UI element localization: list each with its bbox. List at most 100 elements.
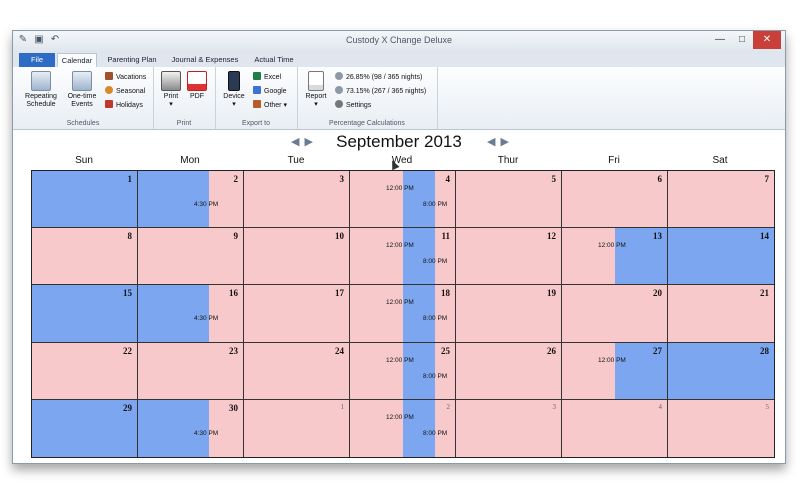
day-number: 1 [127, 174, 133, 184]
calendar-day-cell[interactable]: 12:00 PM 8:00 PM 18 [350, 285, 456, 343]
calendar-day-cell[interactable]: 3 [244, 171, 350, 229]
day-number: 4 [445, 174, 451, 184]
tab-journal-expenses[interactable]: Journal & Expenses [169, 53, 241, 67]
day-number: 4 [658, 402, 663, 411]
calendar-event-icon [72, 71, 92, 91]
device-button[interactable]: Device ▾ [221, 71, 247, 109]
tab-calendar[interactable]: Calendar [57, 53, 97, 68]
day-number: 5 [551, 174, 557, 184]
calendar-day-cell[interactable]: 12:00 PM 8:00 PM 2 [350, 399, 456, 457]
repeating-schedule-label: Repeating Schedule [25, 93, 57, 108]
day-number: 20 [653, 288, 662, 299]
holidays-label: Holidays [116, 102, 143, 109]
custody-band [402, 171, 436, 228]
calendar-day-cell[interactable]: 4:30 PM 30 [138, 399, 244, 457]
calendar-day-cell[interactable]: 4 [562, 399, 668, 457]
tab-file[interactable]: File [19, 53, 55, 67]
seasonal-label: Seasonal [116, 88, 146, 95]
calendar-day-cell[interactable]: 1 [244, 399, 350, 457]
calendar-day-cell[interactable]: 4:30 PM 16 [138, 285, 244, 343]
calendar-day-cell[interactable]: 14 [668, 228, 774, 286]
calendar-day-cell[interactable]: 20 [562, 285, 668, 343]
calendar-day-cell[interactable]: 12 [456, 228, 562, 286]
calendar-day-cell[interactable]: 29 [32, 399, 138, 457]
day-number: 17 [335, 288, 344, 299]
visit-start-time: 12:00 PM [386, 356, 414, 364]
calendar-day-cell[interactable]: 7 [668, 171, 774, 229]
tab-parenting-plan[interactable]: Parenting Plan [103, 53, 161, 67]
other-button[interactable]: Other ▾ [253, 100, 287, 111]
calendar-day-cell[interactable]: 6 [562, 171, 668, 229]
gift-icon [105, 100, 113, 108]
calendar-day-cell[interactable]: 12:00 PM 8:00 PM 25 [350, 342, 456, 400]
percentage-2-label: 73.15% (267 / 365 nights) [346, 88, 427, 95]
schedules-group-label: Schedules [66, 120, 100, 127]
excel-button[interactable]: Excel [253, 72, 281, 83]
day-number: 8 [127, 231, 133, 242]
calendar-day-cell[interactable]: 28 [668, 342, 774, 400]
calendar-day-cell[interactable]: 10 [244, 228, 350, 286]
maximize-icon[interactable]: □ [731, 31, 753, 49]
day-of-week-mon: Mon [180, 155, 200, 166]
calendar-day-cell[interactable]: 26 [456, 342, 562, 400]
gear-icon [335, 100, 343, 108]
calendar-day-cell[interactable]: 24 [244, 342, 350, 400]
calendar-day-cell[interactable]: 8 [32, 228, 138, 286]
tab-actual-time[interactable]: Actual Time [249, 53, 299, 67]
visit-end-time: 8:00 PM [423, 372, 448, 380]
close-icon[interactable]: ✕ [753, 31, 781, 49]
calendar-day-cell[interactable]: 21 [668, 285, 774, 343]
repeating-schedule-button[interactable]: Repeating Schedule [21, 71, 61, 109]
calendar-day-cell[interactable]: 17 [244, 285, 350, 343]
calendar-day-cell[interactable]: 1 [32, 171, 138, 229]
seasonal-button[interactable]: Seasonal [105, 86, 145, 97]
calendar-day-cell[interactable]: 12:00 PM 8:00 PM 4 [350, 171, 456, 229]
one-time-events-button[interactable]: One-time Events [63, 71, 101, 109]
visit-end-time: 8:00 PM [423, 315, 448, 323]
printer-icon [161, 71, 181, 91]
day-number: 11 [441, 231, 450, 242]
day-number: 2 [446, 402, 451, 411]
holidays-button[interactable]: Holidays [105, 100, 143, 111]
calendar-day-cell[interactable]: 22 [32, 342, 138, 400]
export-group-label: Export to [241, 120, 270, 127]
calendar-day-cell[interactable]: 19 [456, 285, 562, 343]
report-button[interactable]: Report ▾ [303, 71, 329, 109]
other-label: Other [264, 102, 282, 109]
pdf-button[interactable]: PDF [185, 71, 209, 101]
day-number: 3 [552, 402, 557, 411]
calendar-day-cell[interactable]: 4:30 PM 2 [138, 171, 244, 229]
calendar-day-cell[interactable]: 12:00 PM 8:00 PM 11 [350, 228, 456, 286]
calendar-day-cell[interactable]: 23 [138, 342, 244, 400]
day-number: 25 [441, 345, 450, 356]
percentage-group-label: Percentage Calculations [329, 120, 405, 127]
calendar-day-cell[interactable]: 9 [138, 228, 244, 286]
percentage-parent-1: 26.85% (98 / 365 nights) [335, 72, 422, 83]
calendar-day-cell[interactable]: 12:00 PM 27 [562, 342, 668, 400]
month-title: September 2013 [336, 132, 462, 151]
visit-start-time: 12:00 PM [386, 413, 414, 421]
excel-label: Excel [264, 74, 282, 81]
calendar-day-cell[interactable]: 3 [456, 399, 562, 457]
calendar-day-cell[interactable]: 5 [668, 399, 774, 457]
day-number: 27 [653, 345, 662, 356]
day-number: 22 [123, 345, 132, 356]
settings-button[interactable]: Settings [335, 100, 371, 111]
prev-next-year-arrows[interactable]: ◀ ▶ [487, 135, 510, 148]
window-controls: — □ ✕ [709, 31, 781, 49]
print-button[interactable]: Print ▾ [159, 71, 183, 109]
device-label: Device [223, 93, 245, 100]
calendar-other-icon [253, 100, 261, 108]
google-button[interactable]: Google [253, 86, 287, 97]
excel-icon [253, 72, 261, 80]
calendar-day-cell[interactable]: 5 [456, 171, 562, 229]
day-of-week-wed: Wed [391, 155, 413, 166]
calendar-day-cell[interactable]: 12:00 PM 13 [562, 228, 668, 286]
settings-label: Settings [346, 102, 372, 109]
report-icon [308, 71, 324, 91]
calendar-day-cell[interactable]: 15 [32, 285, 138, 343]
minimize-icon[interactable]: — [709, 31, 731, 49]
custody-band [138, 171, 210, 228]
vacations-button[interactable]: Vacations [105, 72, 146, 83]
exchange-time: 4:30 PM [194, 201, 219, 208]
